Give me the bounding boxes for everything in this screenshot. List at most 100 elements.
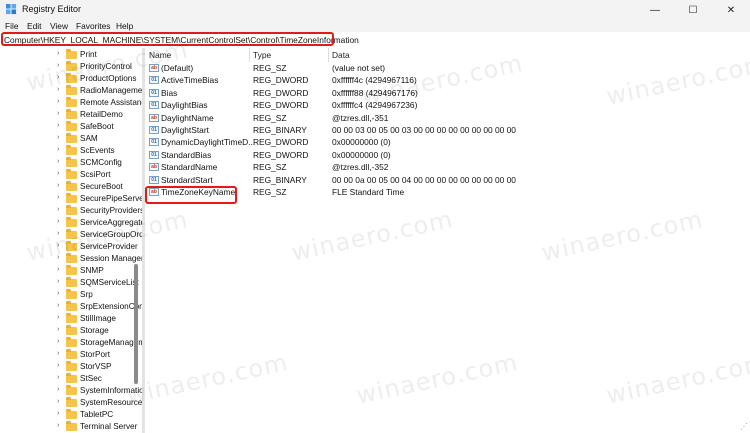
tree-item-label: Remote Assistance [80, 98, 142, 107]
chevron-right-icon[interactable]: › [57, 422, 59, 429]
tree-item[interactable]: › TabletPC [0, 409, 140, 421]
menu-view[interactable]: View [50, 21, 68, 31]
tree-item[interactable]: › Remote Assistance [0, 97, 142, 109]
column-divider[interactable] [328, 48, 329, 62]
value-row[interactable]: 01 StandardStart REG_BINARY 00 00 0a 00 05 … [145, 174, 750, 186]
tree-item[interactable]: › StillImage [0, 313, 140, 325]
chevron-right-icon[interactable]: › [57, 410, 59, 417]
tree-item[interactable]: › ProductOptions [0, 73, 140, 85]
chevron-right-icon[interactable]: › [57, 110, 59, 117]
tree-item[interactable]: › SafeBoot [0, 121, 140, 133]
maximize-button[interactable]: ☐ [674, 0, 712, 20]
tree-item[interactable]: › ScEvents [0, 145, 140, 157]
tree-item[interactable]: › SecurityProviders [0, 205, 142, 217]
folder-icon [66, 313, 77, 323]
value-row[interactable]: 01 ActiveTimeBias REG_DWORD 0xffffff4c (429… [145, 74, 750, 86]
chevron-right-icon[interactable]: › [57, 170, 59, 177]
key-tree[interactable]: › Print › PriorityControl › ProductOptions › Ra… [0, 48, 142, 433]
tree-item[interactable]: › SCMConfig [0, 157, 140, 169]
chevron-right-icon[interactable]: › [57, 218, 59, 225]
title-bar: Registry Editor — ☐ ✕ [0, 0, 750, 20]
tree-item[interactable]: › Print [0, 49, 140, 61]
chevron-right-icon[interactable]: › [57, 266, 59, 273]
value-row[interactable]: 01 DaylightBias REG_DWORD 0xffffffc4 (42949… [145, 99, 750, 111]
chevron-right-icon[interactable]: › [57, 398, 59, 405]
tree-item[interactable]: › SystemResources [0, 397, 142, 409]
chevron-right-icon[interactable]: › [57, 206, 59, 213]
chevron-right-icon[interactable]: › [57, 278, 59, 285]
address-highlight-box [1, 32, 334, 46]
tree-item[interactable]: › Terminal Server [0, 421, 140, 433]
close-button[interactable]: ✕ [712, 0, 750, 20]
tree-item[interactable]: › Srp [0, 289, 140, 301]
chevron-right-icon[interactable]: › [57, 230, 59, 237]
menu-edit[interactable]: Edit [27, 21, 41, 31]
tree-item[interactable]: › SecureBoot [0, 181, 140, 193]
chevron-right-icon[interactable]: › [57, 50, 59, 57]
tree-scrollbar[interactable] [134, 264, 138, 384]
value-type: REG_DWORD [253, 100, 309, 111]
chevron-right-icon[interactable]: › [57, 134, 59, 141]
chevron-right-icon[interactable]: › [57, 98, 59, 105]
chevron-right-icon[interactable]: › [57, 314, 59, 321]
tree-item[interactable]: › ServiceProvider [0, 241, 140, 253]
tree-item[interactable]: › SNMP [0, 265, 140, 277]
tree-item[interactable]: › SecurePipeServers [0, 193, 142, 205]
tree-item[interactable]: › Storage [0, 325, 140, 337]
value-row[interactable]: ab (Default) REG_SZ (value not set) [145, 62, 750, 74]
value-row[interactable]: ab DaylightName REG_SZ @tzres.dll,-351 [145, 112, 750, 124]
tree-item[interactable]: › RadioManagement [0, 85, 142, 97]
value-row[interactable]: 01 Bias REG_DWORD 0xffffff88 (4294967176) [145, 87, 750, 99]
value-row[interactable]: ab StandardName REG_SZ @tzres.dll,-352 [145, 161, 750, 173]
menu-file[interactable]: File [5, 21, 19, 31]
column-header-type[interactable]: Type [253, 50, 271, 60]
tree-item[interactable]: › SQMServiceList [0, 277, 140, 289]
chevron-right-icon[interactable]: › [57, 74, 59, 81]
column-header-data[interactable]: Data [332, 50, 350, 60]
chevron-right-icon[interactable]: › [57, 374, 59, 381]
tree-item-label: ServiceProvider [80, 242, 138, 251]
chevron-right-icon[interactable]: › [57, 338, 59, 345]
tree-item[interactable]: › ServiceAggregatedEvents [0, 217, 142, 229]
chevron-right-icon[interactable]: › [57, 194, 59, 201]
menu-favorites[interactable]: Favorites [76, 21, 110, 31]
tree-item[interactable]: › StorPort [0, 349, 140, 361]
column-header-name[interactable]: Name [149, 50, 171, 60]
tree-item-label: Session Manager [80, 254, 142, 263]
chevron-right-icon[interactable]: › [57, 242, 59, 249]
tree-item[interactable]: › StorVSP [0, 361, 140, 373]
folder-icon [66, 373, 77, 383]
chevron-right-icon[interactable]: › [57, 62, 59, 69]
chevron-right-icon[interactable]: › [57, 122, 59, 129]
chevron-right-icon[interactable]: › [57, 350, 59, 357]
value-row[interactable]: 01 DaylightStart REG_BINARY 00 00 03 00 05 … [145, 124, 750, 136]
menu-help[interactable]: Help [116, 21, 133, 31]
tree-item[interactable]: › StorageManagement [0, 337, 142, 349]
value-name: (Default) [161, 63, 194, 73]
tree-item[interactable]: › SystemInformation [0, 385, 142, 397]
value-row[interactable]: 01 DynamicDaylightTimeD... REG_DWORD 0x0000… [145, 136, 750, 148]
tree-item[interactable]: › ScsiPort [0, 169, 140, 181]
value-row[interactable]: 01 StandardBias REG_DWORD 0x00000000 (0) [145, 149, 750, 161]
chevron-right-icon[interactable]: › [57, 254, 59, 261]
tree-item[interactable]: › StSec [0, 373, 140, 385]
tree-item[interactable]: › SAM [0, 133, 140, 145]
chevron-right-icon[interactable]: › [57, 326, 59, 333]
chevron-right-icon[interactable]: › [57, 158, 59, 165]
minimize-button[interactable]: — [636, 0, 674, 20]
tree-item[interactable]: › PriorityControl [0, 61, 140, 73]
folder-icon [66, 145, 77, 155]
chevron-right-icon[interactable]: › [57, 182, 59, 189]
chevron-right-icon[interactable]: › [57, 386, 59, 393]
tree-item[interactable]: › ServiceGroupOrder [0, 229, 142, 241]
column-divider[interactable] [249, 48, 250, 62]
tree-item[interactable]: › SrpExtensionConfig [0, 301, 142, 313]
tree-item[interactable]: › RetailDemo [0, 109, 140, 121]
chevron-right-icon[interactable]: › [57, 86, 59, 93]
chevron-right-icon[interactable]: › [57, 362, 59, 369]
resize-grip-icon[interactable]: ⋰ [740, 422, 748, 431]
chevron-right-icon[interactable]: › [57, 302, 59, 309]
chevron-right-icon[interactable]: › [57, 146, 59, 153]
tree-item[interactable]: › Session Manager [0, 253, 142, 265]
chevron-right-icon[interactable]: › [57, 290, 59, 297]
